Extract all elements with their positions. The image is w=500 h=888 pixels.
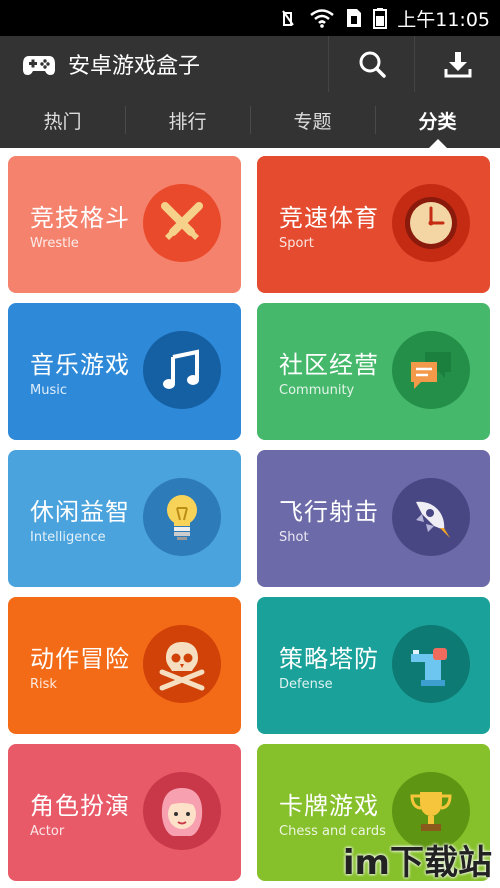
category-badge [143, 478, 221, 556]
category-card-intelligence[interactable]: 休闲益智 Intelligence [8, 450, 241, 587]
search-icon [359, 51, 386, 78]
category-card-wrestle[interactable]: 竞技格斗 Wrestle [8, 156, 241, 293]
tower-defense-icon [411, 648, 447, 686]
category-name: 卡牌游戏 [279, 792, 379, 820]
status-time: 上午11:05 [397, 8, 490, 31]
category-card-defense[interactable]: 策略塔防 Defense [257, 597, 490, 734]
skull-crossbones-icon [159, 642, 205, 691]
category-card-music[interactable]: 音乐游戏 Music [8, 303, 241, 440]
sim-card-icon [347, 9, 362, 27]
category-badge [392, 331, 470, 409]
music-note-icon [163, 349, 199, 389]
tab-label: 专题 [293, 110, 332, 133]
watermark: im下载站 [342, 843, 492, 883]
app-bar: 安卓游戏盒子 [0, 36, 500, 92]
category-card-community[interactable]: 社区经营 Community [257, 303, 490, 440]
tab-label: 热门 [43, 110, 82, 133]
category-english-name: Defense [279, 677, 333, 692]
category-english-name: Shot [279, 530, 309, 545]
wifi-icon [310, 9, 335, 28]
trophy-icon [410, 792, 452, 831]
tab-categories[interactable]: 分类 [375, 92, 500, 148]
battery-icon [373, 8, 388, 29]
category-english-name: Actor [30, 824, 65, 839]
download-button[interactable] [414, 36, 500, 92]
category-name: 社区经营 [279, 351, 379, 379]
status-bar: 上午11:05 [0, 0, 500, 36]
category-card-risk[interactable]: 动作冒险 Risk [8, 597, 241, 734]
rocket-icon [416, 501, 450, 538]
category-grid: 竞技格斗 Wrestle 竞速体育 Sport 音乐游戏 Music 社区经营 … [0, 148, 500, 881]
category-name: 休闲益智 [30, 498, 130, 526]
category-card-actor[interactable]: 角色扮演 Actor [8, 744, 241, 881]
category-badge [143, 625, 221, 703]
tab-label: 分类 [418, 110, 457, 133]
category-badge [392, 478, 470, 556]
category-badge [392, 184, 470, 262]
category-english-name: Risk [30, 677, 57, 692]
search-button[interactable] [328, 36, 414, 92]
category-english-name: Community [279, 383, 355, 398]
category-name: 策略塔防 [279, 645, 379, 673]
category-name: 角色扮演 [30, 792, 130, 820]
category-english-name: Sport [279, 236, 314, 251]
category-english-name: Music [30, 383, 67, 398]
category-english-name: Wrestle [30, 236, 79, 251]
tab-topics[interactable]: 专题 [250, 92, 375, 148]
category-name: 竞技格斗 [30, 204, 130, 232]
category-card-shot[interactable]: 飞行射击 Shot [257, 450, 490, 587]
vibrate-mute-icon [282, 10, 295, 26]
crossed-swords-icon [161, 202, 203, 240]
category-name: 动作冒险 [30, 645, 130, 673]
category-english-name: Intelligence [30, 530, 106, 545]
download-icon [444, 52, 471, 78]
category-badge [143, 184, 221, 262]
lightbulb-icon [167, 495, 197, 540]
category-name: 飞行射击 [279, 498, 379, 526]
tab-label: 排行 [168, 110, 207, 133]
tab-hot[interactable]: 热门 [0, 92, 125, 148]
category-name: 竞速体育 [279, 204, 379, 232]
gamepad-icon[interactable] [22, 47, 56, 81]
tab-bar: 热门 排行 专题 分类 [0, 92, 500, 148]
category-badge [143, 331, 221, 409]
category-name: 音乐游戏 [30, 351, 130, 379]
category-badge [143, 772, 221, 850]
category-card-sport[interactable]: 竞速体育 Sport [257, 156, 490, 293]
tab-ranking[interactable]: 排行 [125, 92, 250, 148]
chat-bubbles-icon [411, 352, 451, 389]
app-title: 安卓游戏盒子 [68, 54, 201, 79]
clock-icon [405, 197, 457, 249]
girl-face-icon [161, 788, 203, 836]
category-badge [392, 625, 470, 703]
